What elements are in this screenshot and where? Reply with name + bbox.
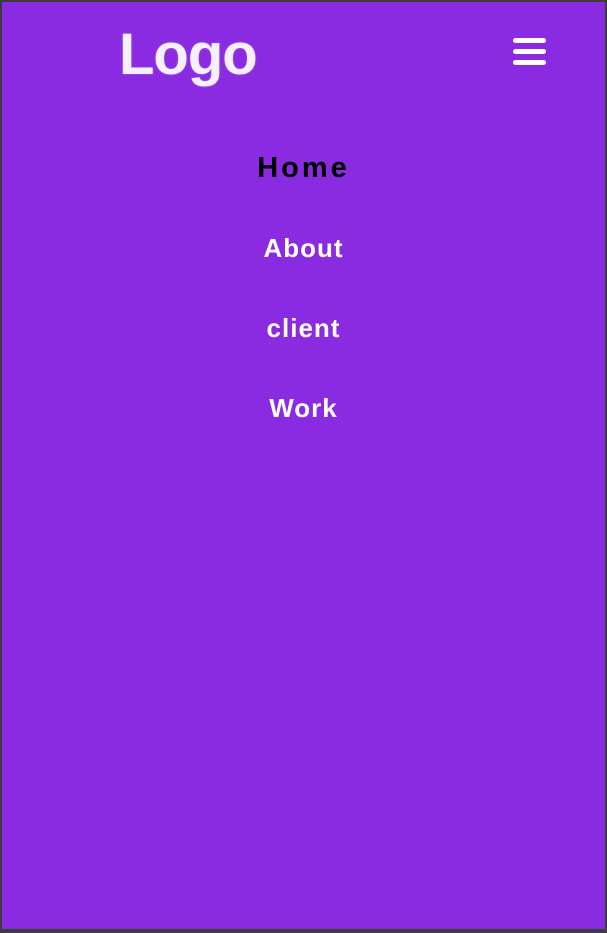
nav-link-home[interactable]: Home xyxy=(2,148,605,188)
logo[interactable]: Logo xyxy=(119,20,258,90)
mobile-nav-screen: Logo Home About client Work xyxy=(0,0,607,933)
hamburger-menu-icon-bar xyxy=(513,60,546,65)
hamburger-menu-icon-bar xyxy=(513,49,546,54)
nav-link-client[interactable]: client xyxy=(2,308,605,348)
hamburger-menu-icon-bar xyxy=(513,38,546,43)
nav-link-about[interactable]: About xyxy=(2,228,605,268)
nav-link-work[interactable]: Work xyxy=(2,388,605,428)
hamburger-menu-button[interactable] xyxy=(510,36,548,70)
